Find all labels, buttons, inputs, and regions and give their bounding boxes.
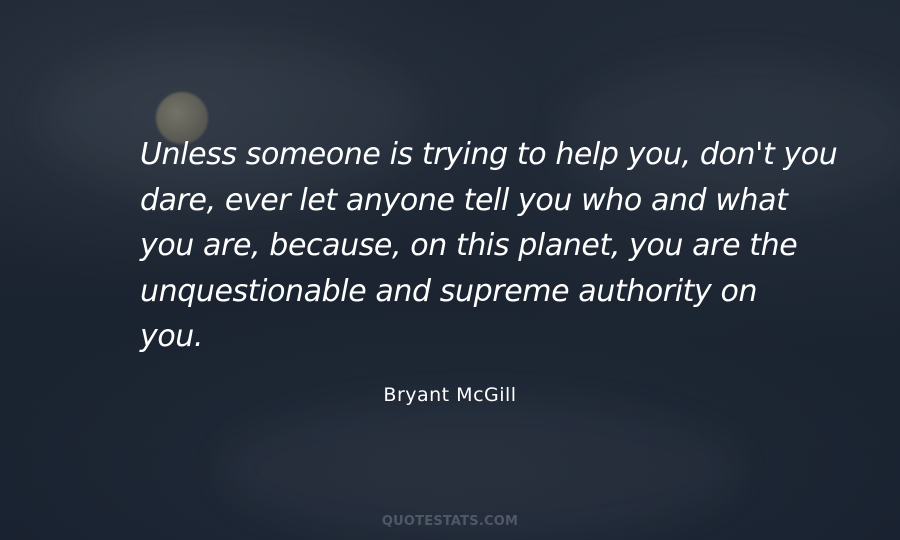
quote-card: Unless someone is trying to help you, do… (0, 0, 900, 540)
quote-line: dare, ever let anyone tell you who and w… (140, 182, 788, 218)
quote-line: Unless someone is trying to help you, do… (140, 137, 838, 172)
site-watermark: QUOTESTATS.COM (381, 514, 519, 529)
quote-line: unquestionable and supreme authority on (140, 273, 758, 309)
quote-line: you. (140, 319, 204, 354)
quote-line: you are, because, on this planet, you ar… (140, 228, 798, 263)
quote-author: Bryant McGill (383, 384, 517, 406)
quote-text: Unless someone is trying to help you, do… (140, 132, 838, 360)
